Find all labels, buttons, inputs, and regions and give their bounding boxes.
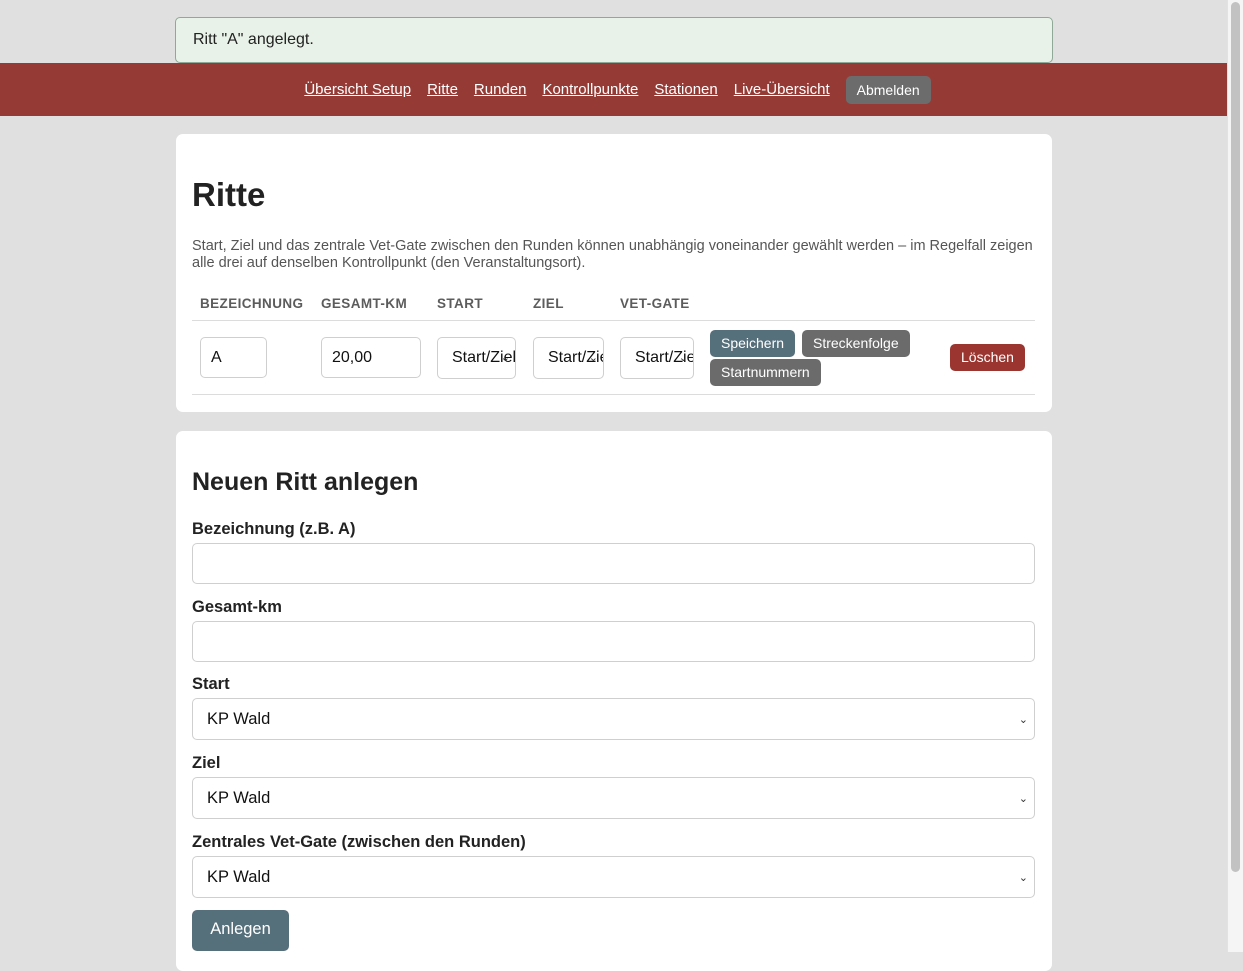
chevron-down-icon: ⌄ [1018, 793, 1028, 805]
main-navbar: Übersicht Setup Ritte Runden Kontrollpun… [0, 63, 1227, 116]
logout-button[interactable]: Abmelden [845, 75, 931, 104]
ziel-label: Ziel [192, 754, 221, 772]
ride-start-select[interactable]: Start/Ziel ⌄ [437, 337, 516, 379]
chevron-down-icon: ⌄ [500, 352, 510, 364]
route-order-button[interactable]: Streckenfolge [802, 330, 910, 357]
table-row: A 20,00 Start/Ziel ⌄ Start/Ziel ⌄ Start/… [192, 320, 1035, 395]
page-title: Ritte [192, 176, 266, 213]
ziel-select-value: KP Wald [207, 789, 271, 807]
chevron-down-icon: ⌄ [1018, 714, 1028, 726]
rides-description: Start, Ziel und das zentrale Vet-Gate zw… [192, 238, 1033, 271]
column-header-start: START [437, 296, 483, 311]
flash-message: Ritt "A" angelegt. [175, 17, 1053, 63]
column-header-ziel: ZIEL [533, 296, 564, 311]
chevron-down-icon: ⌄ [1018, 872, 1028, 884]
ride-km-input[interactable]: 20,00 [321, 337, 421, 378]
column-header-km: GESAMT-KM [321, 296, 408, 311]
new-ride-card: Neuen Ritt anlegen Bezeichnung (z.B. A) … [176, 431, 1052, 971]
delete-button[interactable]: Löschen [950, 344, 1025, 371]
ride-ziel-select[interactable]: Start/Ziel ⌄ [533, 337, 604, 379]
scrollbar-thumb[interactable] [1231, 2, 1240, 872]
chevron-down-icon: ⌄ [588, 352, 598, 364]
page-scrollbar[interactable] [1227, 0, 1243, 952]
name-field[interactable] [192, 543, 1035, 584]
rides-card: Ritte Start, Ziel und das zentrale Vet-G… [176, 134, 1052, 412]
nav-link-setup-overview[interactable]: Übersicht Setup [304, 81, 411, 98]
chevron-down-icon: ⌄ [678, 352, 688, 364]
nav-link-checkpoints[interactable]: Kontrollpunkte [542, 81, 638, 98]
ride-vet-gate-select[interactable]: Start/Ziel ⌄ [620, 337, 694, 379]
rides-table-header: BEZEICHNUNG GESAMT-KM START ZIEL VET-GAT… [192, 296, 1035, 320]
new-ride-title: Neuen Ritt anlegen [192, 468, 419, 496]
start-label: Start [192, 675, 230, 693]
nav-link-live-overview[interactable]: Live-Übersicht [734, 81, 830, 98]
km-label: Gesamt-km [192, 598, 282, 616]
nav-link-rounds[interactable]: Runden [474, 81, 527, 98]
ride-name-input[interactable]: A [200, 337, 267, 378]
name-label: Bezeichnung (z.B. A) [192, 520, 356, 538]
vet-gate-select[interactable]: KP Wald ⌄ [192, 856, 1035, 898]
start-select[interactable]: KP Wald ⌄ [192, 698, 1035, 740]
vet-gate-select-value: KP Wald [207, 868, 271, 886]
ziel-select[interactable]: KP Wald ⌄ [192, 777, 1035, 819]
create-button[interactable]: Anlegen [192, 910, 289, 951]
start-numbers-button[interactable]: Startnummern [710, 359, 821, 386]
vet-gate-label: Zentrales Vet-Gate (zwischen den Runden) [192, 833, 526, 851]
nav-link-stations[interactable]: Stationen [654, 81, 717, 98]
save-button[interactable]: Speichern [710, 330, 796, 357]
column-header-name: BEZEICHNUNG [200, 296, 304, 311]
nav-link-rides[interactable]: Ritte [427, 81, 458, 98]
km-field[interactable] [192, 621, 1035, 662]
column-header-vet-gate: VET-GATE [620, 296, 690, 311]
start-select-value: KP Wald [207, 710, 271, 728]
